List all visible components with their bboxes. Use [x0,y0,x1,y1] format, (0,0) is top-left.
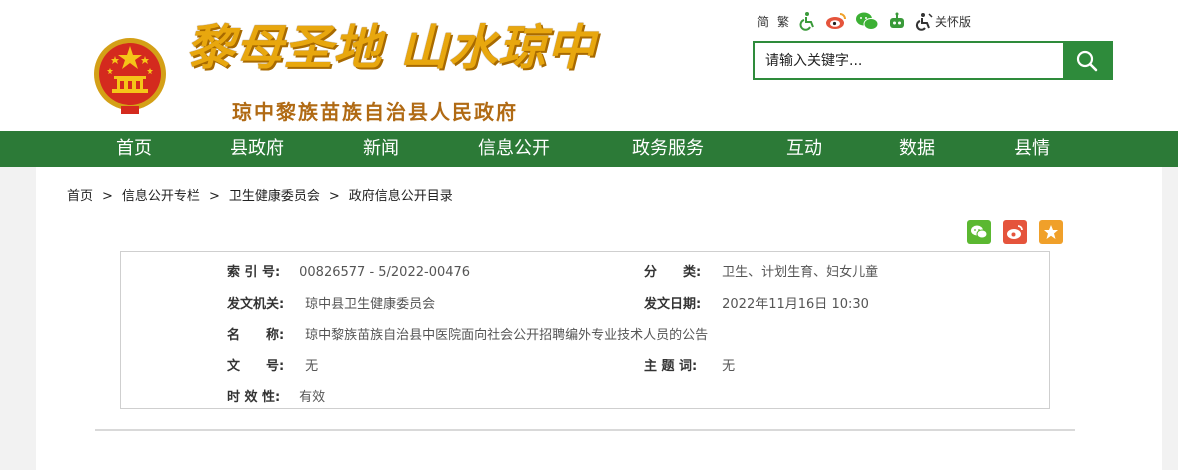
breadcrumb: 首页 > 信息公开专栏 > 卫生健康委员会 > 政府信息公开目录 [67,185,453,204]
favorite-button[interactable] [1039,220,1063,244]
wechat-icon [971,225,988,239]
category-label: 分 类: [644,265,702,280]
index-label: 索 引 号: [227,265,281,280]
date-value: 2022年11月16日 10:30 [722,297,869,312]
issuer-label: 发文机关: [227,297,285,312]
site-title: 琼中黎族苗族自治县人民政府 [232,100,518,124]
elderly-mode-link[interactable]: 关怀版 [915,11,971,31]
site-slogan: 黎母圣地 山水琼中 [186,20,596,76]
top-toolbar: 简 繁 关怀版 [757,10,971,32]
content-panel: 首页 > 信息公开专栏 > 卫生健康委员会 > 政府信息公开目录 索 引 号: 008265… [36,167,1162,470]
search-input[interactable] [755,43,1063,78]
nav-item-data[interactable]: 数据 [899,131,935,167]
breadcrumb-disclosure-catalog[interactable]: 政府信息公开目录 [349,189,453,204]
breadcrumb-info-column[interactable]: 信息公开专栏 [122,189,200,204]
search-box [753,41,1113,80]
share-weibo-button[interactable] [1003,220,1027,244]
simplified-chinese-link[interactable]: 简 [757,13,769,30]
elderly-mode-label: 关怀版 [935,14,972,29]
weibo-icon[interactable] [825,11,847,31]
accessibility-icon[interactable] [797,11,817,31]
meta-row-docno: 文 号: 无 [227,355,318,374]
national-emblem-icon [94,38,166,114]
meta-row-issuer: 发文机关: 琼中县卫生健康委员会 [227,293,435,312]
keywords-value: 无 [722,359,736,374]
robot-icon[interactable] [887,11,907,31]
meta-row-validity: 时 效 性: 有效 [227,386,325,405]
main-nav: 首页 县政府 新闻 信息公开 政务服务 互动 数据 县情 [0,131,1178,167]
docno-label: 文 号: [227,359,285,374]
site-header: 黎母圣地 山水琼中 琼中黎族苗族自治县人民政府 简 繁 关怀版 [0,0,1178,131]
title-value: 琼中黎族苗族自治县中医院面向社会公开招聘编外专业技术人员的公告 [305,328,709,343]
search-icon [1076,50,1098,71]
breadcrumb-separator: > [328,189,340,204]
breadcrumb-home[interactable]: 首页 [67,189,93,204]
traditional-chinese-link[interactable]: 繁 [777,13,789,30]
nav-item-info-disclosure[interactable]: 信息公开 [478,131,550,167]
nav-item-home[interactable]: 首页 [116,131,152,167]
weibo-icon [1007,225,1023,239]
title-label: 名 称: [227,328,285,343]
breadcrumb-separator: > [208,189,220,204]
breadcrumb-separator: > [102,189,113,204]
meta-row-index: 索 引 号: 00826577 - 5/2022-00476 [227,261,470,280]
meta-row-keywords: 主 题 词: 无 [644,355,735,374]
docno-value: 无 [305,359,319,374]
validity-label: 时 效 性: [227,390,281,405]
share-wechat-button[interactable] [967,220,991,244]
star-icon [1044,225,1058,239]
keywords-label: 主 题 词: [644,359,698,374]
nav-item-gov-services[interactable]: 政务服务 [632,131,704,167]
meta-row-category: 分 类: 卫生、计划生育、妇女儿童 [644,261,878,280]
nav-item-county-info[interactable]: 县情 [1014,131,1050,167]
index-value: 00826577 - 5/2022-00476 [299,265,471,280]
validity-value: 有效 [299,390,326,405]
elderly-mode-icon [915,13,933,31]
content-divider [95,429,1075,431]
meta-row-date: 发文日期: 2022年11月16日 10:30 [644,293,869,312]
nav-item-interaction[interactable]: 互动 [786,131,822,167]
issuer-value: 琼中县卫生健康委员会 [305,297,436,312]
category-value: 卫生、计划生育、妇女儿童 [722,265,879,280]
nav-item-county-gov[interactable]: 县政府 [230,131,284,167]
date-label: 发文日期: [644,297,702,312]
nav-item-news[interactable]: 新闻 [363,131,399,167]
wechat-icon[interactable] [855,11,879,31]
document-metadata-table: 索 引 号: 00826577 - 5/2022-00476 分 类: 卫生、计… [120,251,1050,409]
breadcrumb-health-committee[interactable]: 卫生健康委员会 [229,189,320,204]
meta-row-title: 名 称: 琼中黎族苗族自治县中医院面向社会公开招聘编外专业技术人员的公告 [227,324,708,343]
search-button[interactable] [1063,43,1111,78]
